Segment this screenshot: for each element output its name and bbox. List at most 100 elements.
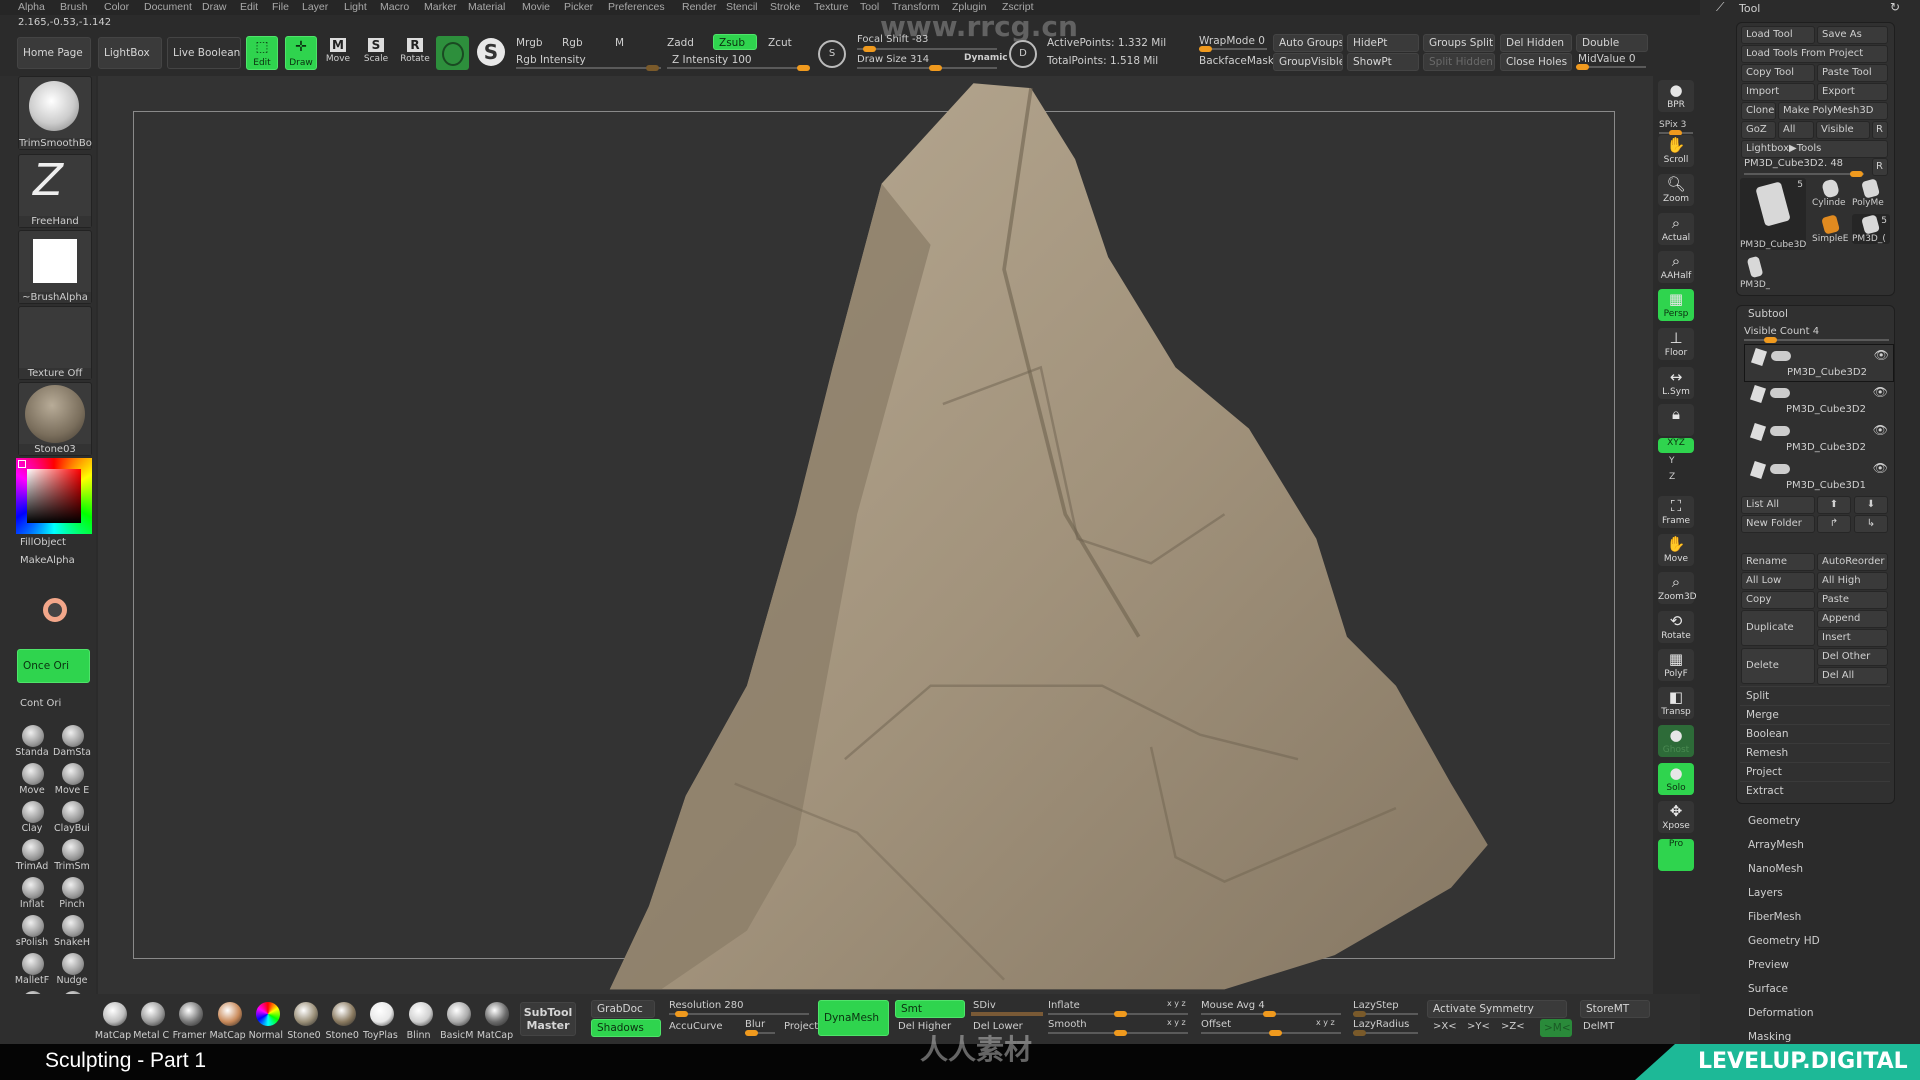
subpalette-surface[interactable]: Surface [1748, 983, 1788, 995]
visible-count-slider[interactable] [1744, 337, 1889, 343]
activate-symmetry-button[interactable]: Activate Symmetry [1427, 1000, 1567, 1018]
grabdoc-button[interactable]: GrabDoc [591, 1000, 655, 1018]
lazystep-slider[interactable] [1353, 1011, 1418, 1017]
material-framer[interactable]: Framer [173, 1000, 206, 1041]
shelf-frame-button[interactable]: ⛶ Frame [1658, 496, 1694, 528]
material-matcap[interactable]: MatCap [209, 1000, 246, 1041]
list-all-button[interactable]: List All [1741, 496, 1815, 514]
save-as-button[interactable]: Save As [1817, 26, 1888, 44]
smooth-xyz-toggle[interactable]: x y z [1167, 1018, 1186, 1027]
eye-visibility-icon[interactable]: 👁︎ [1873, 385, 1888, 399]
goz-button[interactable]: GoZ [1741, 121, 1776, 139]
mouse-avg-slider[interactable] [1201, 1011, 1341, 1017]
material-basicm[interactable]: BasicM [440, 1000, 473, 1041]
subtool-item[interactable]: 👁︎ PM3D_Cube3D2 [1744, 344, 1894, 382]
load-tools-from-project-button[interactable]: Load Tools From Project [1741, 45, 1888, 63]
goz-visible-button[interactable]: Visible [1816, 121, 1870, 139]
subtool-boolean-subpalette[interactable]: Boolean [1740, 724, 1890, 743]
spix-slider[interactable] [1659, 130, 1693, 136]
move-up-arrow-icon[interactable]: ⬆ [1817, 496, 1851, 514]
sdiv-slider[interactable] [971, 1012, 1043, 1016]
append-button[interactable]: Append [1817, 610, 1888, 628]
sculpt-mesh[interactable] [0, 0, 1920, 1080]
material-metalc[interactable]: Metal C [133, 1000, 169, 1041]
blur-slider[interactable] [745, 1030, 775, 1036]
delmt-button[interactable]: DelMT [1583, 1021, 1614, 1032]
shelf-bpr-button[interactable]: ● BPR [1658, 80, 1694, 112]
subpalette-layers[interactable]: Layers [1748, 887, 1783, 899]
clone-button[interactable]: Clone [1741, 102, 1776, 120]
shelf-actual-button[interactable]: ⌕ Actual [1658, 213, 1694, 245]
subtool-item[interactable]: 👁︎ PM3D_Cube3D2 [1744, 382, 1892, 418]
move-into-folder-icon[interactable]: ↱ [1817, 515, 1851, 533]
shelf-scroll-button[interactable]: ✋ Scroll [1658, 135, 1694, 167]
subtool-item[interactable]: 👁︎ PM3D_Cube3D1 [1744, 458, 1892, 494]
autoreorder-button[interactable]: AutoReorder [1817, 553, 1888, 571]
material-stone0[interactable]: Stone0 [287, 1000, 321, 1041]
del-other-button[interactable]: Del Other [1817, 648, 1888, 666]
subpalette-fibermesh[interactable]: FiberMesh [1748, 911, 1801, 923]
subpalette-geometry[interactable]: Geometry [1748, 815, 1800, 827]
subpalette-deformation[interactable]: Deformation [1748, 1007, 1814, 1019]
all-high-button[interactable]: All High [1817, 572, 1888, 590]
insert-button[interactable]: Insert [1817, 629, 1888, 647]
subtool-remesh-subpalette[interactable]: Remesh [1740, 743, 1890, 762]
shelf-ghost-button[interactable]: ● Ghost [1658, 725, 1694, 757]
shelf-zoom3d-button[interactable]: ⌕ Zoom3D [1658, 572, 1697, 604]
tool-thumbnail[interactable]: PolyMe [1852, 178, 1890, 208]
material-matcap[interactable]: MatCap [477, 1000, 513, 1041]
tool-thumbnail[interactable]: PM3D_( [1740, 254, 1770, 290]
shelf-transp-button[interactable]: ◧ Transp [1658, 687, 1694, 719]
material-stone0[interactable]: Stone0 [325, 1000, 359, 1041]
copy-subtool-button[interactable]: Copy [1741, 591, 1815, 609]
subtool-split-subpalette[interactable]: Split [1740, 686, 1890, 705]
subtool-master-button[interactable]: SubTool Master [520, 1002, 576, 1036]
lazyradius-slider[interactable] [1353, 1030, 1418, 1036]
tool-thumbnail[interactable]: Cylinde [1812, 178, 1850, 208]
smt-button[interactable]: Smt [895, 1000, 965, 1018]
export-button[interactable]: Export [1817, 83, 1888, 101]
material-normal[interactable]: Normal [249, 1000, 283, 1041]
material-blinn[interactable]: Blinn [407, 1000, 433, 1041]
shelf-move-button[interactable]: ✋ Move [1658, 534, 1694, 566]
move-down-arrow-icon[interactable]: ⬇ [1854, 496, 1888, 514]
rename-button[interactable]: Rename [1741, 553, 1815, 571]
subpalette-geometry-hd[interactable]: Geometry HD [1748, 935, 1820, 947]
tool-thumbnail[interactable]: PM3D_Cube3D2 5 [1740, 178, 1806, 250]
subpalette-masking[interactable]: Masking [1748, 1031, 1791, 1043]
shelf-zoom-button[interactable]: 🔍︎ Zoom [1658, 174, 1694, 206]
polypaint-toggle-icon[interactable] [1770, 388, 1790, 398]
shadows-button[interactable]: Shadows [591, 1019, 661, 1037]
subpalette-arraymesh[interactable]: ArrayMesh [1748, 839, 1804, 851]
inflate-xyz-toggle[interactable]: x y z [1167, 999, 1186, 1008]
polypaint-toggle-icon[interactable] [1770, 426, 1790, 436]
copy-tool-button[interactable]: Copy Tool [1741, 64, 1815, 82]
shelf-floor-button[interactable]: ⊥ Floor [1658, 328, 1694, 360]
shelf-pro-button[interactable]: Pro [1658, 839, 1694, 871]
subtool-merge-subpalette[interactable]: Merge [1740, 705, 1890, 724]
subpalette-nanomesh[interactable]: NanoMesh [1748, 863, 1803, 875]
accucurve-button[interactable]: AccuCurve [669, 1021, 723, 1032]
subtool-title[interactable]: Subtool [1748, 308, 1788, 320]
shelf-lsym-button[interactable]: ↔ L.Sym [1658, 367, 1694, 399]
subtool-item[interactable]: 👁︎ PM3D_Cube3D2 [1744, 420, 1892, 456]
subtool-extract-subpalette[interactable]: Extract [1740, 781, 1890, 800]
smooth-slider[interactable] [1048, 1030, 1188, 1036]
dynamesh-button[interactable]: DynaMesh [818, 1000, 889, 1036]
del-all-button[interactable]: Del All [1817, 667, 1888, 685]
shelf-polyf-button[interactable]: ▦ PolyF [1658, 649, 1694, 681]
offset-slider[interactable] [1201, 1030, 1341, 1036]
eye-visibility-icon[interactable]: 👁︎ [1874, 348, 1889, 362]
material-toyplas[interactable]: ToyPlas [363, 1000, 398, 1041]
shelf-solo-button[interactable]: ● Solo [1658, 763, 1694, 795]
polypaint-toggle-icon[interactable] [1771, 351, 1791, 361]
import-button[interactable]: Import [1741, 83, 1815, 101]
eye-visibility-icon[interactable]: 👁︎ [1873, 423, 1888, 437]
delete-button[interactable]: Delete [1741, 648, 1815, 684]
rotate-z-icon[interactable]: Z [1669, 472, 1675, 482]
paste-tool-button[interactable]: Paste Tool [1817, 64, 1888, 82]
duplicate-button[interactable]: Duplicate [1741, 610, 1815, 646]
shelf-xyz-button[interactable]: XYZ [1658, 438, 1694, 453]
polypaint-toggle-icon[interactable] [1770, 464, 1790, 474]
reset-icon[interactable]: ↻ [1890, 0, 1900, 14]
